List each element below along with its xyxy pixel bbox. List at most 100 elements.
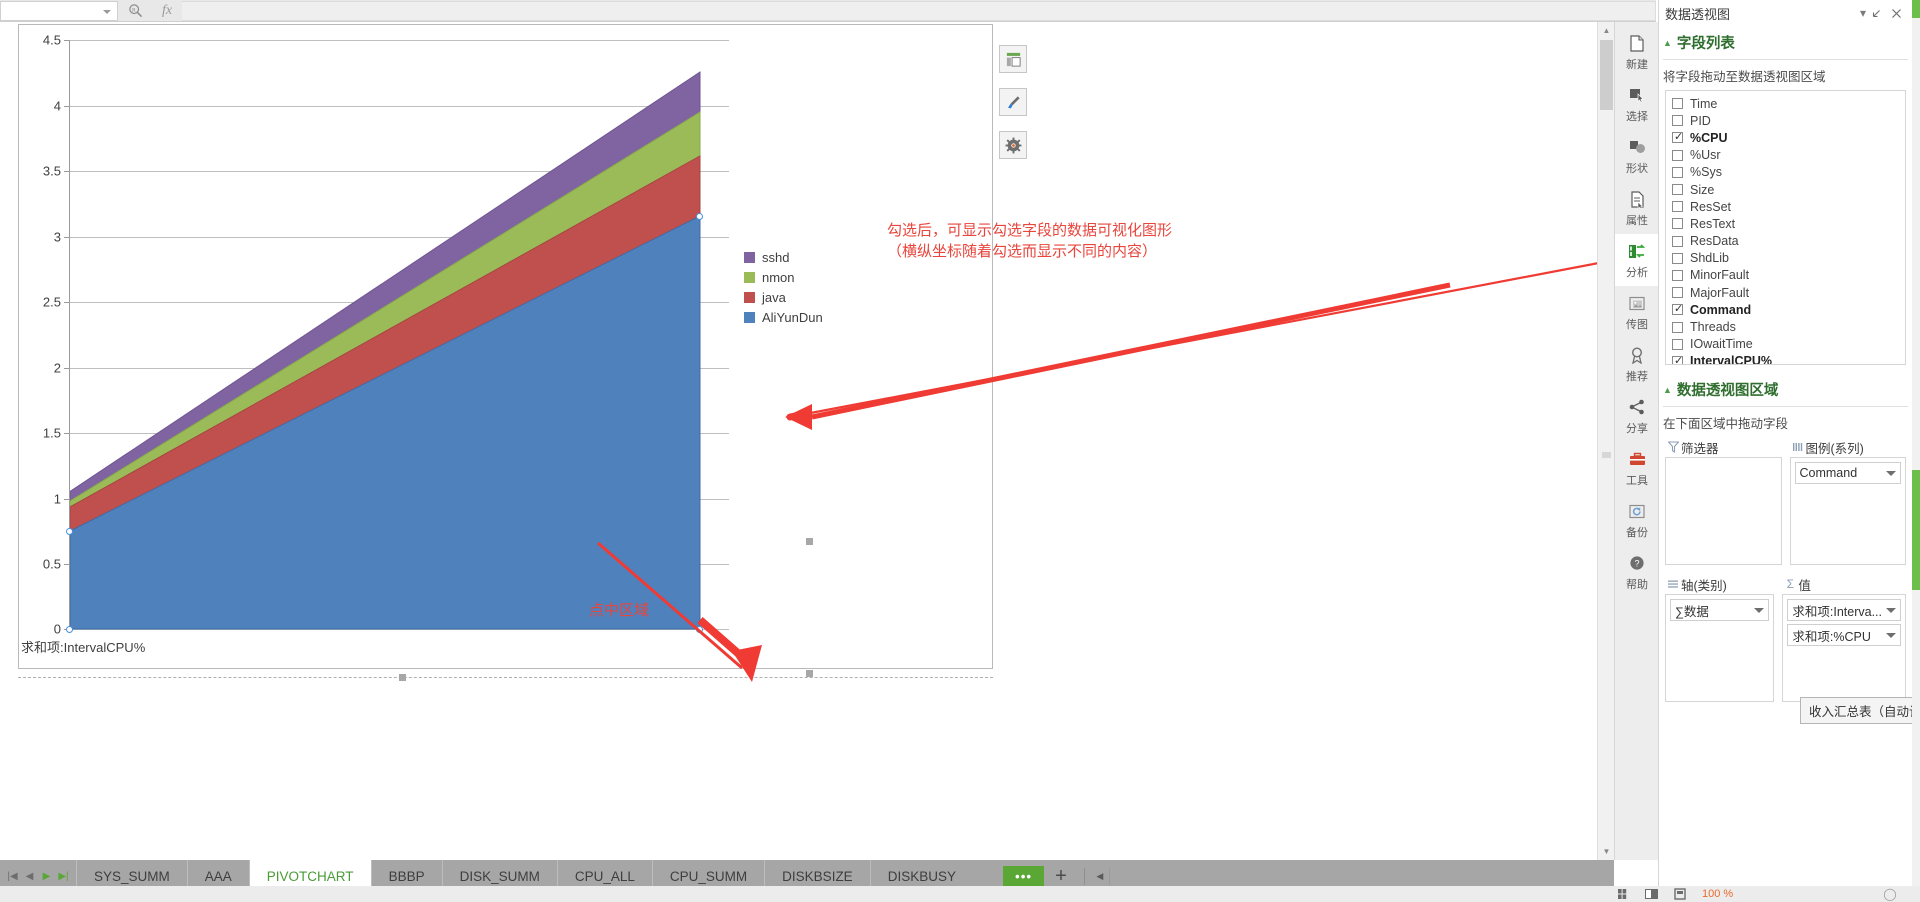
view-layout-icon[interactable] [1638, 888, 1666, 900]
gear-icon[interactable] [999, 131, 1027, 159]
collapse-triangle-icon[interactable]: ▲ [1663, 385, 1672, 395]
field-item-resset[interactable]: ResSet [1672, 198, 1905, 215]
field-item-minorfault[interactable]: MinorFault [1672, 267, 1905, 284]
field-chip-sum-intervalcpu[interactable]: 求和项:Interva... [1787, 599, 1901, 621]
ribbon-item-properties[interactable]: 属性 [1615, 182, 1659, 234]
checkbox[interactable] [1672, 338, 1683, 350]
field-item-usr[interactable]: %Usr [1672, 147, 1905, 164]
sheet-canvas[interactable]: 4.5 4 3.5 3 2.5 2 1.5 1 0.5 0 sshd nmon … [0, 22, 1597, 860]
field-item-threads[interactable]: Threads [1672, 318, 1905, 335]
values-dropzone[interactable]: 求和项:Interva... 求和项:%CPU [1782, 594, 1906, 702]
scroll-down-button[interactable]: ▼ [1598, 843, 1615, 860]
window-edge-rail[interactable] [1912, 0, 1920, 902]
more-sheets-button[interactable]: ••• [1002, 866, 1045, 887]
checkbox[interactable]: ✓ [1672, 131, 1683, 144]
chevron-down-icon[interactable] [1886, 607, 1896, 613]
ribbon-item-analysis[interactable]: 分析 [1615, 234, 1659, 286]
ribbon-item-recommend[interactable]: 推荐 [1615, 338, 1659, 390]
collapse-triangle-icon[interactable]: ▲ [1663, 38, 1672, 48]
ribbon-item-help[interactable]: ? 帮助 [1615, 546, 1659, 598]
checkbox[interactable]: ✓ [1672, 303, 1683, 316]
checkbox[interactable] [1672, 115, 1683, 127]
ribbon-item-backup[interactable]: 备份 [1615, 494, 1659, 546]
object-resize-handle[interactable] [806, 670, 813, 677]
checkbox[interactable]: ✓ [1672, 355, 1683, 364]
field-item-size[interactable]: Size [1672, 181, 1905, 198]
field-item-majorfault[interactable]: MajorFault [1672, 284, 1905, 301]
chevron-down-icon[interactable] [1886, 470, 1896, 476]
legend-item-aliyundun[interactable]: AliYunDun [744, 307, 823, 327]
field-item-iowaittime[interactable]: IOwaitTime [1672, 336, 1905, 353]
checkbox[interactable] [1672, 321, 1683, 333]
view-normal-icon[interactable] [1610, 888, 1638, 900]
chevron-down-icon[interactable] [1754, 607, 1765, 613]
ribbon-item-upload-image[interactable]: 传图 [1615, 286, 1659, 338]
zoom-level[interactable]: 100 % [1702, 888, 1733, 900]
field-list[interactable]: Time PID ✓ %CPU %Usr %Sys Size ResSet Res… [1665, 90, 1906, 365]
object-resize-handle[interactable] [806, 538, 813, 545]
chart-legend[interactable]: sshd nmon java AliYunDun [744, 247, 823, 327]
legend-item-nmon[interactable]: nmon [744, 267, 823, 287]
chevron-down-icon[interactable] [1886, 632, 1896, 638]
checkbox[interactable] [1672, 269, 1683, 281]
zoom-slider[interactable]: ◯ [1883, 887, 1896, 901]
series-handle[interactable] [696, 213, 703, 220]
checkbox[interactable] [1672, 201, 1683, 213]
field-item-cpu[interactable]: ✓ %CPU [1672, 129, 1905, 146]
filters-dropzone[interactable] [1665, 457, 1782, 565]
ribbon-item-shapes[interactable]: 形状 [1615, 130, 1659, 182]
axis-dropzone[interactable]: ∑数据 [1665, 594, 1775, 702]
field-chip-values-group[interactable]: ∑数据 [1670, 599, 1770, 621]
chart-plot-area[interactable]: 4.5 4 3.5 3 2.5 2 1.5 1 0.5 0 [43, 33, 729, 637]
scroll-split-handle[interactable] [1602, 452, 1611, 458]
scroll-up-button[interactable]: ▲ [1598, 22, 1615, 39]
legend-item-sshd[interactable]: sshd [744, 247, 823, 267]
field-item-command[interactable]: ✓ Command [1672, 301, 1905, 318]
legend-dropzone[interactable]: Command [1789, 457, 1906, 565]
field-item-intervalcpu[interactable]: ✓ IntervalCPU% [1672, 353, 1905, 364]
value-axis-title[interactable]: 求和项:IntervalCPU% [21, 637, 145, 656]
object-resize-handle[interactable] [399, 674, 406, 681]
series-handle[interactable] [696, 626, 703, 633]
ribbon-item-new[interactable]: 新建 [1615, 26, 1659, 78]
pivot-chart-object[interactable]: 4.5 4 3.5 3 2.5 2 1.5 1 0.5 0 sshd nmon … [18, 24, 993, 669]
chart-series-group[interactable] [70, 40, 729, 630]
checkbox[interactable] [1672, 287, 1683, 299]
search-r-icon[interactable]: R [118, 0, 152, 22]
field-item-shdlib[interactable]: ShdLib [1672, 250, 1905, 267]
field-chip-sum-cpu[interactable]: 求和项:%CPU [1787, 624, 1901, 646]
chevron-down-icon[interactable] [103, 9, 111, 14]
formula-input[interactable] [182, 0, 1656, 21]
fx-label[interactable]: fx [152, 0, 182, 22]
field-item-sys[interactable]: %Sys [1672, 164, 1905, 181]
legend-item-java[interactable]: java [744, 287, 823, 307]
backup-icon [1629, 500, 1645, 522]
close-icon[interactable] [1886, 3, 1906, 23]
ribbon-item-select[interactable]: 选择 [1615, 78, 1659, 130]
series-handle[interactable] [66, 626, 73, 633]
field-item-pid[interactable]: PID [1672, 112, 1905, 129]
series-handle[interactable] [66, 528, 73, 535]
minimize-icon[interactable] [1866, 3, 1886, 23]
ribbon-item-tools[interactable]: 工具 [1615, 442, 1659, 494]
checkbox[interactable] [1672, 235, 1683, 247]
checkbox[interactable] [1672, 166, 1683, 178]
field-item-restext[interactable]: ResText [1672, 215, 1905, 232]
checkbox[interactable] [1672, 184, 1683, 196]
name-box[interactable] [0, 0, 118, 21]
ribbon-item-share[interactable]: 分享 [1615, 390, 1659, 442]
areas-header[interactable]: ▲ 数据透视图区域 [1659, 373, 1912, 404]
scroll-thumb[interactable] [1600, 40, 1613, 110]
brush-icon[interactable] [999, 88, 1027, 116]
field-chip-command[interactable]: Command [1794, 462, 1901, 484]
checkbox[interactable] [1672, 218, 1683, 230]
field-item-resdata[interactable]: ResData [1672, 233, 1905, 250]
checkbox[interactable] [1672, 98, 1683, 110]
chart-elements-icon[interactable] [999, 45, 1027, 73]
view-page-icon[interactable] [1666, 888, 1694, 900]
field-item-time[interactable]: Time [1672, 95, 1905, 112]
sheet-vertical-scrollbar[interactable]: ▲ ▼ [1597, 22, 1614, 860]
checkbox[interactable] [1672, 252, 1683, 264]
field-list-header[interactable]: ▲ 字段列表 [1659, 26, 1912, 57]
checkbox[interactable] [1672, 149, 1683, 161]
